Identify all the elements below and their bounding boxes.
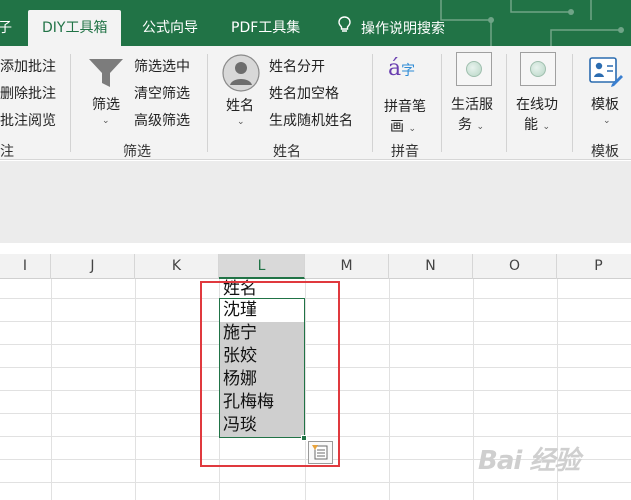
annotation-group-label: 注 (0, 144, 14, 160)
group-separator (207, 54, 208, 152)
quick-analysis-icon (312, 445, 328, 460)
pinyin-icon: á字 (388, 56, 416, 81)
template-group-label: 模板 (591, 144, 619, 160)
group-separator (70, 54, 71, 152)
chevron-down-icon: ⌄ (408, 124, 416, 134)
chevron-down-icon: ⌄ (102, 116, 110, 126)
name-big-button[interactable]: 姓名 ⌄ (220, 54, 262, 130)
column-header-j[interactable]: J (51, 254, 135, 279)
life-services-line2: 务 (458, 117, 472, 133)
life-services-line1: 生活服 (451, 97, 493, 113)
funnel-icon (89, 59, 123, 87)
chevron-down-icon: ⌄ (237, 117, 245, 127)
column-line (473, 279, 474, 500)
formula-bar-area (0, 161, 631, 243)
help-search-label: 操作说明搜索 (361, 21, 445, 37)
tab-help-search[interactable]: 操作说明搜索 (338, 10, 445, 46)
random-name-button[interactable]: 生成随机姓名 (269, 110, 353, 130)
row-line (0, 413, 631, 414)
name-big-label: 姓名 (226, 98, 254, 114)
online-functions-icon (520, 52, 556, 86)
watermark-logo: Bai 经验 (478, 446, 580, 476)
column-header-l[interactable]: L (219, 254, 305, 279)
row-line (0, 344, 631, 345)
advanced-filter-button[interactable]: 高级筛选 (134, 110, 190, 130)
online-functions-button[interactable]: 在线功 能 ⌄ (512, 52, 564, 134)
ribbon-panel: 添加批注 删除批注 批注阅览 注 筛选 ⌄ 筛选选中 清空筛选 高级筛选 筛选 … (0, 46, 631, 160)
column-header-k[interactable]: K (135, 254, 219, 279)
add-comment-button[interactable]: 添加批注 (0, 56, 56, 76)
chevron-down-icon: ⌄ (542, 122, 550, 132)
column-line (389, 279, 390, 500)
template-button[interactable]: 模板 ⌄ (584, 52, 628, 134)
tab-diy-toolbox[interactable]: DIY工具箱 (28, 10, 122, 46)
group-separator (506, 54, 507, 152)
lightbulb-icon (338, 10, 351, 46)
circuit-decoration (440, 0, 624, 46)
column-header-n[interactable]: N (389, 254, 473, 279)
quick-analysis-button[interactable] (308, 441, 333, 464)
cell-header-name[interactable]: 姓名 (219, 279, 304, 299)
column-line (305, 279, 306, 500)
person-icon (222, 54, 260, 92)
pinyin-label-line2: 画 ⌄ (390, 116, 416, 136)
name-add-space-button[interactable]: 姓名加空格 (269, 83, 339, 103)
split-name-button[interactable]: 姓名分开 (269, 56, 325, 76)
column-header-i[interactable]: I (0, 254, 51, 279)
row-line (0, 298, 631, 299)
column-header-p[interactable]: P (557, 254, 631, 279)
name-group-label: 姓名 (273, 144, 301, 160)
pinyin-stroke-button[interactable]: á字 拼音笔 画 ⌄ (380, 54, 432, 136)
filter-big-button[interactable]: 筛选 ⌄ (86, 54, 126, 128)
pinyin-label-text: 画 (390, 119, 404, 135)
filter-selected-button[interactable]: 筛选选中 (134, 56, 190, 76)
row-line (0, 367, 631, 368)
life-services-button[interactable]: 生活服 务 ⌄ (448, 52, 500, 134)
cell-name[interactable]: 沈瑾 (219, 299, 304, 322)
online-functions-line1: 在线功 (516, 97, 558, 113)
row-line (0, 321, 631, 322)
group-separator (441, 54, 442, 152)
fill-handle[interactable] (301, 435, 307, 441)
tab-pdf-tools[interactable]: PDF工具集 (231, 10, 300, 46)
cell-name[interactable]: 冯琰 (219, 414, 304, 437)
clear-filter-button[interactable]: 清空筛选 (134, 83, 190, 103)
online-functions-line2: 能 (524, 117, 538, 133)
group-separator (372, 54, 373, 152)
group-separator (572, 54, 573, 152)
pinyin-group-label: 拼音 (391, 144, 419, 160)
chevron-down-icon: ⌄ (476, 122, 484, 132)
cell-name[interactable]: 孔梅梅 (219, 391, 304, 414)
online-functions-line2-wrap: 能 ⌄ (524, 114, 550, 134)
cell-name[interactable]: 杨娜 (219, 368, 304, 391)
template-label: 模板 (591, 97, 619, 113)
delete-comment-button[interactable]: 删除批注 (0, 83, 56, 103)
column-line (135, 279, 136, 500)
life-services-icon (456, 52, 492, 86)
cell-name[interactable]: 施宁 (219, 322, 304, 345)
view-comments-button[interactable]: 批注阅览 (0, 110, 56, 130)
row-line (0, 482, 631, 483)
chevron-down-icon: ⌄ (603, 116, 611, 126)
filter-group-label: 筛选 (123, 144, 151, 160)
filter-big-label: 筛选 (92, 97, 120, 113)
life-services-line2-wrap: 务 ⌄ (458, 114, 484, 134)
column-line (51, 279, 52, 500)
tab-formula-wizard[interactable]: 公式向导 (142, 10, 198, 46)
column-header-m[interactable]: M (305, 254, 389, 279)
row-line (0, 436, 631, 437)
template-icon (589, 57, 623, 87)
column-header-row: I J K L M N O P (0, 254, 631, 279)
ribbon-tab-bar: 子 DIY工具箱 公式向导 PDF工具集 操作说明搜索 (0, 0, 631, 46)
column-header-o[interactable]: O (473, 254, 557, 279)
tab-partial[interactable]: 子 (0, 10, 12, 46)
cell-name[interactable]: 张姣 (219, 345, 304, 368)
row-line (0, 390, 631, 391)
pinyin-label-line1: 拼音笔 (384, 99, 426, 115)
